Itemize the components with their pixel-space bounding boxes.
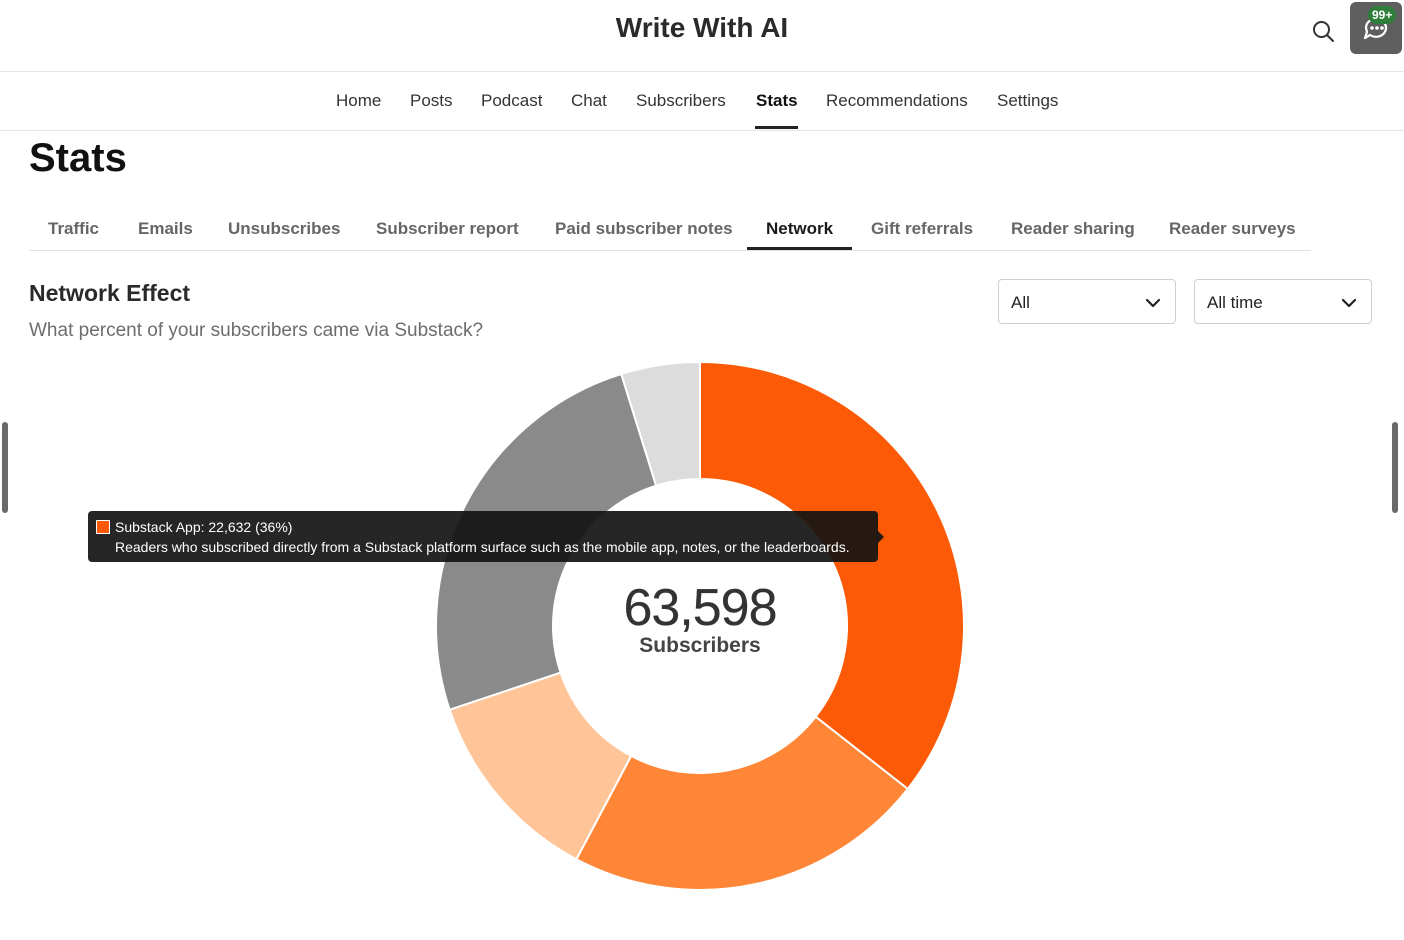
tooltip-title: Substack App: 22,632 (36%) [115,519,293,535]
donut-slice-1[interactable] [699,360,965,791]
total-subscribers-label: Subscribers [639,634,761,657]
tooltip-arrow [877,530,884,544]
tooltip-swatch [96,520,110,534]
left-scroll-handle[interactable] [2,422,8,513]
right-scroll-handle[interactable] [1392,422,1398,513]
total-subscribers-value: 63,598 [623,579,777,637]
chart-tooltip: Substack App: 22,632 (36%) Readers who s… [88,511,884,562]
network-donut-chart [435,360,965,891]
tooltip-description: Readers who subscribed directly from a S… [115,539,850,555]
